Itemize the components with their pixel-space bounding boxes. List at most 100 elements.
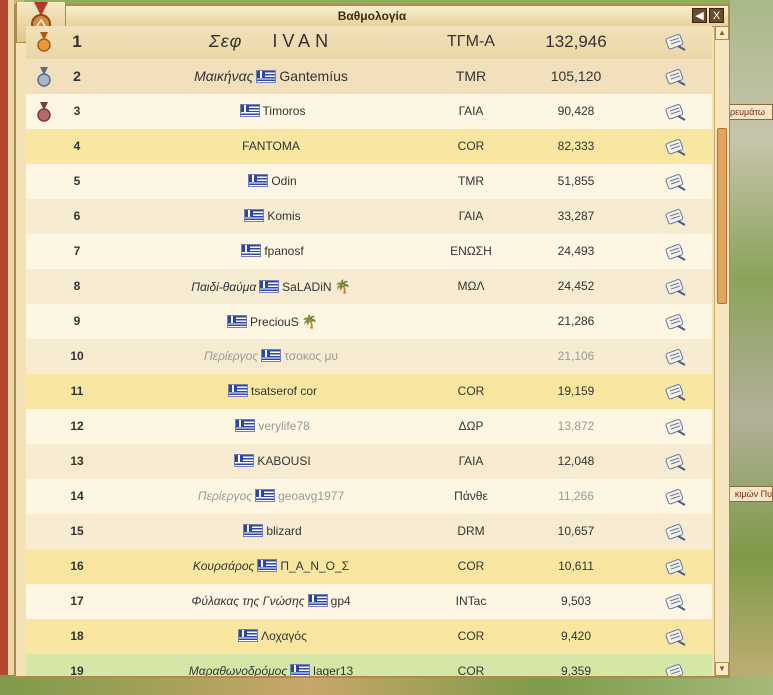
alliance-name[interactable]: ΓΑΙΑ — [426, 94, 516, 129]
alliance-name[interactable]: ΤΓΜ-Α — [426, 26, 516, 59]
player-cell[interactable]: Komis — [106, 199, 436, 234]
message-scroll-icon[interactable] — [664, 592, 688, 612]
table-row[interactable]: 2 Μαικήνας Gantemíus TMR 105,120 — [26, 59, 712, 94]
message-scroll-icon[interactable] — [664, 452, 688, 472]
table-row[interactable]: 3 Timoros ΓΑΙΑ 90,428 — [26, 94, 712, 129]
table-row[interactable]: 5 Odin TMR 51,855 — [26, 164, 712, 199]
alliance-name[interactable]: TMR — [426, 164, 516, 199]
player-name[interactable]: Timoros — [263, 104, 306, 118]
message-scroll-icon[interactable] — [664, 242, 688, 262]
table-row[interactable]: 15 blizard DRM 10,657 — [26, 514, 712, 549]
player-name[interactable]: verylife78 — [258, 419, 309, 433]
message-scroll-icon[interactable] — [664, 32, 688, 52]
message-scroll-icon[interactable] — [664, 277, 688, 297]
alliance-name[interactable]: DRM — [426, 514, 516, 549]
player-cell[interactable]: Timoros — [106, 94, 436, 129]
player-cell[interactable]: Σεφ IVAN — [106, 26, 436, 59]
scroll-down-button[interactable]: ▼ — [715, 662, 729, 676]
alliance-name[interactable]: ΓΑΙΑ — [426, 199, 516, 234]
table-row[interactable]: 1 Σεφ IVAN ΤΓΜ-Α 132,946 — [26, 26, 712, 59]
player-name[interactable]: KABOUSI — [257, 454, 310, 468]
player-cell[interactable]: verylife78 — [106, 409, 436, 444]
close-button[interactable]: X — [709, 8, 724, 23]
player-name[interactable]: Odin — [271, 174, 296, 188]
player-cell[interactable]: FANTOMA — [106, 129, 436, 164]
alliance-name[interactable]: COR — [426, 374, 516, 409]
table-row[interactable]: 18 Λοχαγός COR 9,420 — [26, 619, 712, 654]
message-scroll-icon[interactable] — [664, 627, 688, 647]
message-scroll-icon[interactable] — [664, 382, 688, 402]
player-name[interactable]: Π_Α_Ν_Ο_Σ — [280, 559, 349, 573]
alliance-name[interactable]: Πάνθε — [426, 479, 516, 514]
table-row[interactable]: 19 Μαραθωνοδρόμος lager13 COR 9,359 — [26, 654, 712, 676]
message-scroll-icon[interactable] — [664, 487, 688, 507]
alliance-name[interactable]: ΓΑΙΑ — [426, 444, 516, 479]
message-scroll-icon[interactable] — [664, 557, 688, 577]
alliance-name[interactable]: ΔΩΡ — [426, 409, 516, 444]
alliance-name[interactable]: ΜΩΛ — [426, 269, 516, 304]
alliance-name[interactable]: COR — [426, 654, 516, 676]
player-cell[interactable]: Περίεργος geoavg1977 — [106, 479, 436, 514]
table-row[interactable]: 16 Κουρσάρος Π_Α_Ν_Ο_Σ COR 10,611 — [26, 549, 712, 584]
player-cell[interactable]: Μαικήνας Gantemíus — [106, 59, 436, 94]
player-name[interactable]: Gantemíus — [279, 68, 347, 84]
player-cell[interactable]: fpanosf — [106, 234, 436, 269]
player-name[interactable]: SaLADiN — [282, 280, 331, 294]
message-scroll-icon[interactable] — [664, 67, 688, 87]
player-cell[interactable]: Μαραθωνοδρόμος lager13 — [106, 654, 436, 676]
player-cell[interactable]: Περίεργος τσοκος μυ — [106, 339, 436, 374]
player-name[interactable]: IVAN — [272, 31, 333, 51]
table-row[interactable]: 13 KABOUSI ΓΑΙΑ 12,048 — [26, 444, 712, 479]
scroll-up-button[interactable]: ▲ — [715, 26, 729, 40]
message-scroll-icon[interactable] — [664, 207, 688, 227]
player-name[interactable]: lager13 — [313, 664, 353, 676]
player-cell[interactable]: Odin — [106, 164, 436, 199]
player-name[interactable]: Λοχαγός — [261, 629, 307, 643]
message-scroll-icon[interactable] — [664, 417, 688, 437]
player-cell[interactable]: Λοχαγός — [106, 619, 436, 654]
message-scroll-icon[interactable] — [664, 522, 688, 542]
map-label-top[interactable]: ρευμάτω — [729, 104, 773, 120]
vertical-scrollbar[interactable]: ▲ ▼ — [714, 26, 729, 676]
message-scroll-icon[interactable] — [664, 137, 688, 157]
player-cell[interactable]: Φύλακας της Γνώσης gp4 — [106, 584, 436, 619]
table-row[interactable]: 17 Φύλακας της Γνώσης gp4 INTac 9,503 — [26, 584, 712, 619]
table-row[interactable]: 6 Komis ΓΑΙΑ 33,287 — [26, 199, 712, 234]
alliance-name[interactable]: COR — [426, 549, 516, 584]
map-label-bottom[interactable]: κιμών Πυ — [729, 486, 773, 502]
player-name[interactable]: Komis — [267, 209, 300, 223]
player-name[interactable]: geoavg1977 — [278, 489, 344, 503]
alliance-name[interactable]: ΕΝΩΣΗ — [426, 234, 516, 269]
alliance-name[interactable]: INTac — [426, 584, 516, 619]
message-scroll-icon[interactable] — [664, 312, 688, 332]
player-name[interactable]: gp4 — [331, 594, 351, 608]
player-cell[interactable]: KABOUSI — [106, 444, 436, 479]
alliance-name[interactable]: COR — [426, 129, 516, 164]
message-scroll-icon[interactable] — [664, 662, 688, 676]
table-row[interactable]: 12 verylife78 ΔΩΡ 13,872 — [26, 409, 712, 444]
alliance-name[interactable]: COR — [426, 619, 516, 654]
player-cell[interactable]: tsatserof cor — [106, 374, 436, 409]
player-cell[interactable]: blizard — [106, 514, 436, 549]
window-titlebar[interactable]: Βαθμολογία ◀ X — [16, 6, 728, 27]
player-name[interactable]: τσοκος μυ — [284, 349, 338, 363]
back-button[interactable]: ◀ — [692, 8, 707, 23]
table-row[interactable]: 4 FANTOMA COR 82,333 — [26, 129, 712, 164]
player-cell[interactable]: Κουρσάρος Π_Α_Ν_Ο_Σ — [106, 549, 436, 584]
table-row[interactable]: 8 Παιδί-θαύμα SaLADiN 🌴 ΜΩΛ 24,452 — [26, 269, 712, 304]
player-cell[interactable]: PreciouS 🌴 — [106, 304, 436, 340]
table-row[interactable]: 11 tsatserof cor COR 19,159 — [26, 374, 712, 409]
message-scroll-icon[interactable] — [664, 102, 688, 122]
player-name[interactable]: PreciouS — [250, 315, 299, 329]
table-row[interactable]: 14 Περίεργος geoavg1977 Πάνθε 11,266 — [26, 479, 712, 514]
table-row[interactable]: 7 fpanosf ΕΝΩΣΗ 24,493 — [26, 234, 712, 269]
table-row[interactable]: 10 Περίεργος τσοκος μυ 21,106 — [26, 339, 712, 374]
alliance-name[interactable]: TMR — [426, 59, 516, 94]
table-row[interactable]: 9 PreciouS 🌴 21,286 — [26, 304, 712, 339]
player-cell[interactable]: Παιδί-θαύμα SaLADiN 🌴 — [106, 269, 436, 305]
message-scroll-icon[interactable] — [664, 172, 688, 192]
player-name[interactable]: FANTOMA — [242, 139, 300, 153]
player-name[interactable]: blizard — [266, 524, 301, 538]
player-name[interactable]: tsatserof cor — [251, 384, 317, 398]
player-name[interactable]: fpanosf — [264, 244, 303, 258]
